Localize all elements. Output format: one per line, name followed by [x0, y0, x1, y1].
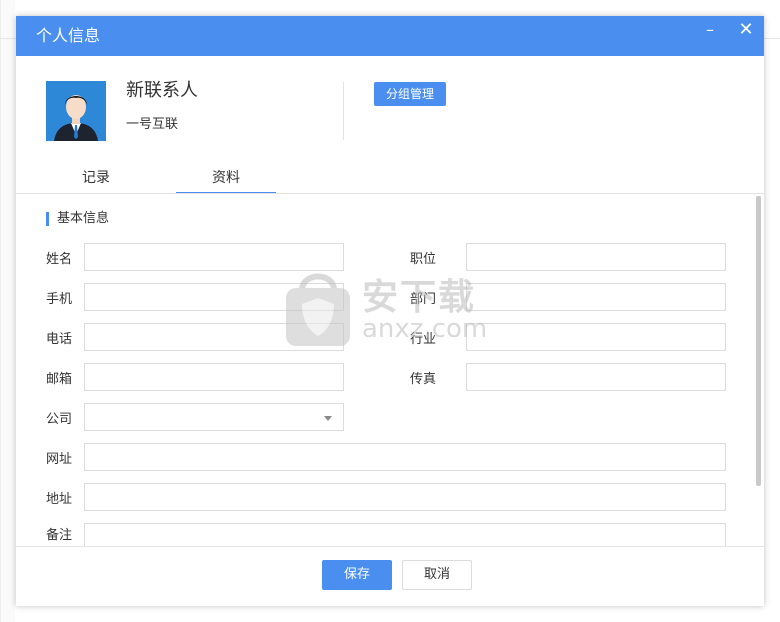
chevron-down-icon[interactable]: [324, 416, 332, 421]
address-input[interactable]: [84, 483, 726, 511]
website-label: 网址: [46, 452, 73, 467]
email-input[interactable]: [84, 363, 344, 391]
background-app-edge: [0, 0, 15, 622]
scrollbar[interactable]: [756, 196, 761, 486]
company-select[interactable]: [84, 403, 344, 431]
fax-input[interactable]: [466, 363, 726, 391]
save-button[interactable]: 保存: [322, 560, 392, 590]
tab-profile[interactable]: 资料: [176, 164, 276, 194]
dialog-title: 个人信息: [36, 26, 101, 45]
tab-records[interactable]: 记录: [56, 164, 136, 192]
header-divider: [343, 82, 344, 140]
industry-label: 行业: [410, 332, 437, 347]
position-input[interactable]: [466, 243, 726, 271]
tabs-divider: [16, 193, 764, 194]
avatar: [46, 81, 106, 141]
notes-input[interactable]: [84, 523, 726, 546]
phone-input[interactable]: [84, 323, 344, 351]
department-label: 部门: [410, 292, 437, 307]
industry-input[interactable]: [466, 323, 726, 351]
cancel-button[interactable]: 取消: [402, 560, 472, 590]
mobile-label: 手机: [46, 292, 73, 307]
contact-name: 新联系人: [126, 80, 198, 101]
email-label: 邮箱: [46, 372, 73, 387]
company-label: 公司: [46, 412, 73, 427]
name-label: 姓名: [46, 252, 73, 267]
footer-divider: [16, 546, 764, 547]
minimize-icon[interactable]: –: [696, 16, 724, 48]
dialog-titlebar: 个人信息 – ✕: [16, 16, 764, 56]
website-input[interactable]: [84, 443, 726, 471]
notes-label: 备注: [46, 528, 73, 543]
phone-label: 电话: [46, 332, 73, 347]
contact-company: 一号互联: [126, 117, 179, 132]
department-input[interactable]: [466, 283, 726, 311]
close-icon[interactable]: ✕: [732, 16, 760, 48]
position-label: 职位: [410, 252, 437, 267]
name-input[interactable]: [84, 243, 344, 271]
section-title: 基本信息: [46, 212, 109, 226]
group-manage-button[interactable]: 分组管理: [374, 82, 446, 106]
mobile-input[interactable]: [84, 283, 344, 311]
personal-info-dialog: 个人信息 – ✕ 新联系人 一号互联 分组管理 记录 资料 基本信息 姓名 手机…: [16, 16, 764, 606]
fax-label: 传真: [410, 372, 437, 387]
address-label: 地址: [46, 492, 73, 507]
